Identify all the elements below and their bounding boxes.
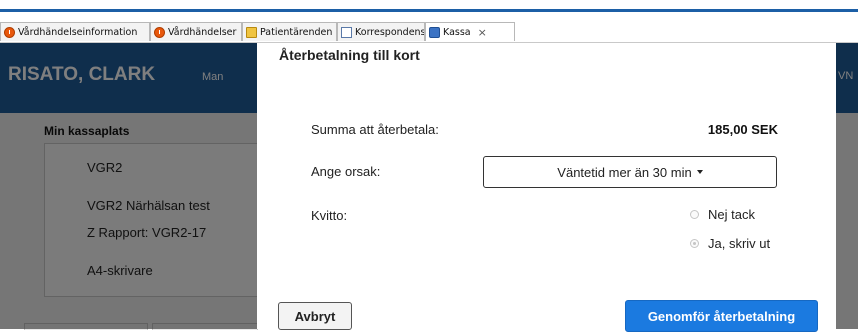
amount-label: Summa att återbetala:: [311, 122, 439, 137]
close-tab-icon[interactable]: ×: [478, 26, 487, 39]
window-top-bar: [0, 0, 858, 12]
tab-label: Vårdhändelseinformation: [18, 26, 138, 38]
refund-dialog: Återbetalning till kort Summa att återbe…: [257, 43, 836, 332]
tab-label: Korrespondens: [355, 26, 425, 38]
tab-label: Vårdhändelser: [168, 26, 237, 38]
tab-label: Kassa: [443, 26, 471, 38]
tab-korrespondens[interactable]: Korrespondens: [337, 22, 425, 41]
tab-strip: Vårdhändelseinformation Vårdhändelser Pa…: [0, 21, 858, 43]
reason-label: Ange orsak:: [311, 164, 381, 179]
mail-icon: [341, 26, 352, 38]
window-accent-line: [0, 9, 858, 12]
cancel-button[interactable]: Avbryt: [278, 302, 352, 330]
radio-button[interactable]: [690, 210, 699, 219]
clock-icon: [4, 26, 15, 38]
receipt-option-yes[interactable]: Ja, skriv ut: [690, 236, 770, 251]
clock-icon: [154, 26, 165, 38]
kassa-icon: [429, 26, 440, 38]
amount-value: 185,00 SEK: [707, 122, 778, 137]
caret-down-icon: [696, 170, 703, 174]
radio-button[interactable]: [690, 239, 699, 248]
reason-select[interactable]: Väntetid mer än 30 min: [483, 156, 777, 188]
receipt-label: Kvitto:: [311, 208, 348, 223]
tab-vardhandelser[interactable]: Vårdhändelser: [150, 22, 242, 41]
tab-patientarenden[interactable]: Patientärenden: [242, 22, 337, 41]
reason-selected-value: Väntetid mer än 30 min: [557, 164, 692, 180]
tab-label: Patientärenden: [260, 26, 333, 38]
radio-label: Nej tack: [708, 207, 755, 222]
tab-kassa[interactable]: Kassa ×: [425, 22, 515, 41]
tab-vardhandelseinformation[interactable]: Vårdhändelseinformation: [0, 22, 150, 41]
radio-label: Ja, skriv ut: [708, 236, 771, 251]
confirm-refund-button[interactable]: Genomför återbetalning: [625, 300, 818, 332]
dialog-title: Återbetalning till kort: [279, 47, 420, 63]
folder-icon: [246, 26, 257, 38]
receipt-option-no[interactable]: Nej tack: [690, 207, 755, 222]
